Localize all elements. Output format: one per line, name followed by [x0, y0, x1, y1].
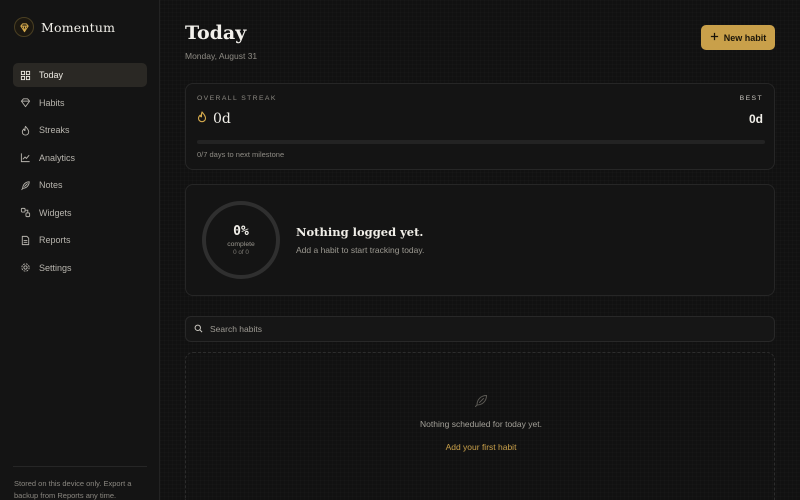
progress-empty-subtitle: Add a habit to start tracking today.	[296, 245, 425, 255]
streak-value: 0d	[197, 111, 231, 127]
sidebar-item-streaks[interactable]: Streaks	[13, 118, 147, 142]
sidebar-item-label: Reports	[39, 235, 71, 245]
sidebar-item-label: Widgets	[39, 207, 72, 218]
streak-label: OVERALL STREAK	[197, 95, 277, 102]
new-habit-label: New habit	[723, 32, 767, 43]
progress-sub-label: complete	[227, 241, 255, 248]
sidebar-item-label: Streaks	[39, 125, 70, 135]
milestone-progress-bar	[197, 140, 765, 144]
app-name: Momentum	[41, 19, 116, 35]
streak-value-text: 0d	[213, 111, 231, 127]
today-progress-card: 0% complete 0 of 0 Nothing logged yet. A…	[185, 184, 775, 296]
sidebar-item-today[interactable]: Today	[13, 63, 147, 87]
progress-count: 0 of 0	[233, 249, 249, 256]
storage-note: Stored on this device only. Export a bac…	[14, 479, 132, 500]
sidebar-divider	[13, 466, 147, 467]
sidebar-item-label: Analytics	[39, 152, 76, 163]
chart-line-icon	[20, 152, 31, 163]
sidebar-item-label: Habits	[39, 97, 65, 108]
sidebar-item-settings[interactable]: Settings	[13, 256, 147, 280]
progress-percent: 0%	[233, 224, 249, 239]
add-first-habit-link[interactable]: Add your first habit	[186, 442, 776, 452]
flame-icon	[197, 111, 207, 127]
document-icon	[20, 235, 31, 246]
brand[interactable]: Momentum	[14, 17, 115, 37]
main-content: Today Monday, August 31 New habit OVERAL…	[160, 0, 800, 500]
sidebar-item-notes[interactable]: Notes	[13, 173, 147, 197]
sidebar-nav: Today Habits Streaks Analytics Notes Wid…	[13, 63, 147, 283]
gear-icon	[20, 262, 31, 273]
milestone-text: 0/7 days to next milestone	[197, 150, 285, 159]
search-icon	[194, 320, 203, 338]
sidebar-item-label: Settings	[39, 262, 72, 273]
search-bar[interactable]	[185, 316, 775, 342]
habit-list-empty-state: Nothing scheduled for today yet. Add you…	[185, 352, 775, 500]
search-input[interactable]	[210, 324, 750, 334]
plus-icon	[710, 32, 719, 43]
progress-ring: 0% complete 0 of 0	[201, 200, 281, 280]
gem-logo-icon	[14, 17, 34, 37]
sidebar: Momentum Today Habits Streaks Analytics	[0, 0, 160, 500]
sidebar-item-widgets[interactable]: Widgets	[13, 201, 147, 225]
progress-empty-title: Nothing logged yet.	[296, 225, 424, 239]
page-date: Monday, August 31	[185, 51, 258, 61]
best-value: 0d	[748, 112, 763, 126]
sidebar-item-label: Notes	[39, 180, 63, 190]
sidebar-item-label: Today	[39, 70, 64, 80]
overall-streak-card: OVERALL STREAK BEST 0d 0d 0/7 days to ne…	[185, 83, 775, 170]
flame-icon	[20, 125, 31, 136]
sidebar-item-reports[interactable]: Reports	[13, 228, 147, 252]
best-label: BEST	[739, 95, 763, 102]
grid-icon	[20, 70, 31, 81]
sidebar-item-analytics[interactable]: Analytics	[13, 146, 147, 170]
feather-icon	[20, 180, 31, 191]
widgets-icon	[20, 207, 31, 218]
page-title: Today	[185, 22, 247, 44]
new-habit-button[interactable]: New habit	[701, 25, 775, 50]
gem-icon	[20, 97, 31, 108]
empty-list-message: Nothing scheduled for today yet.	[420, 419, 542, 429]
feather-icon	[473, 393, 489, 409]
sidebar-item-habits[interactable]: Habits	[13, 91, 147, 115]
